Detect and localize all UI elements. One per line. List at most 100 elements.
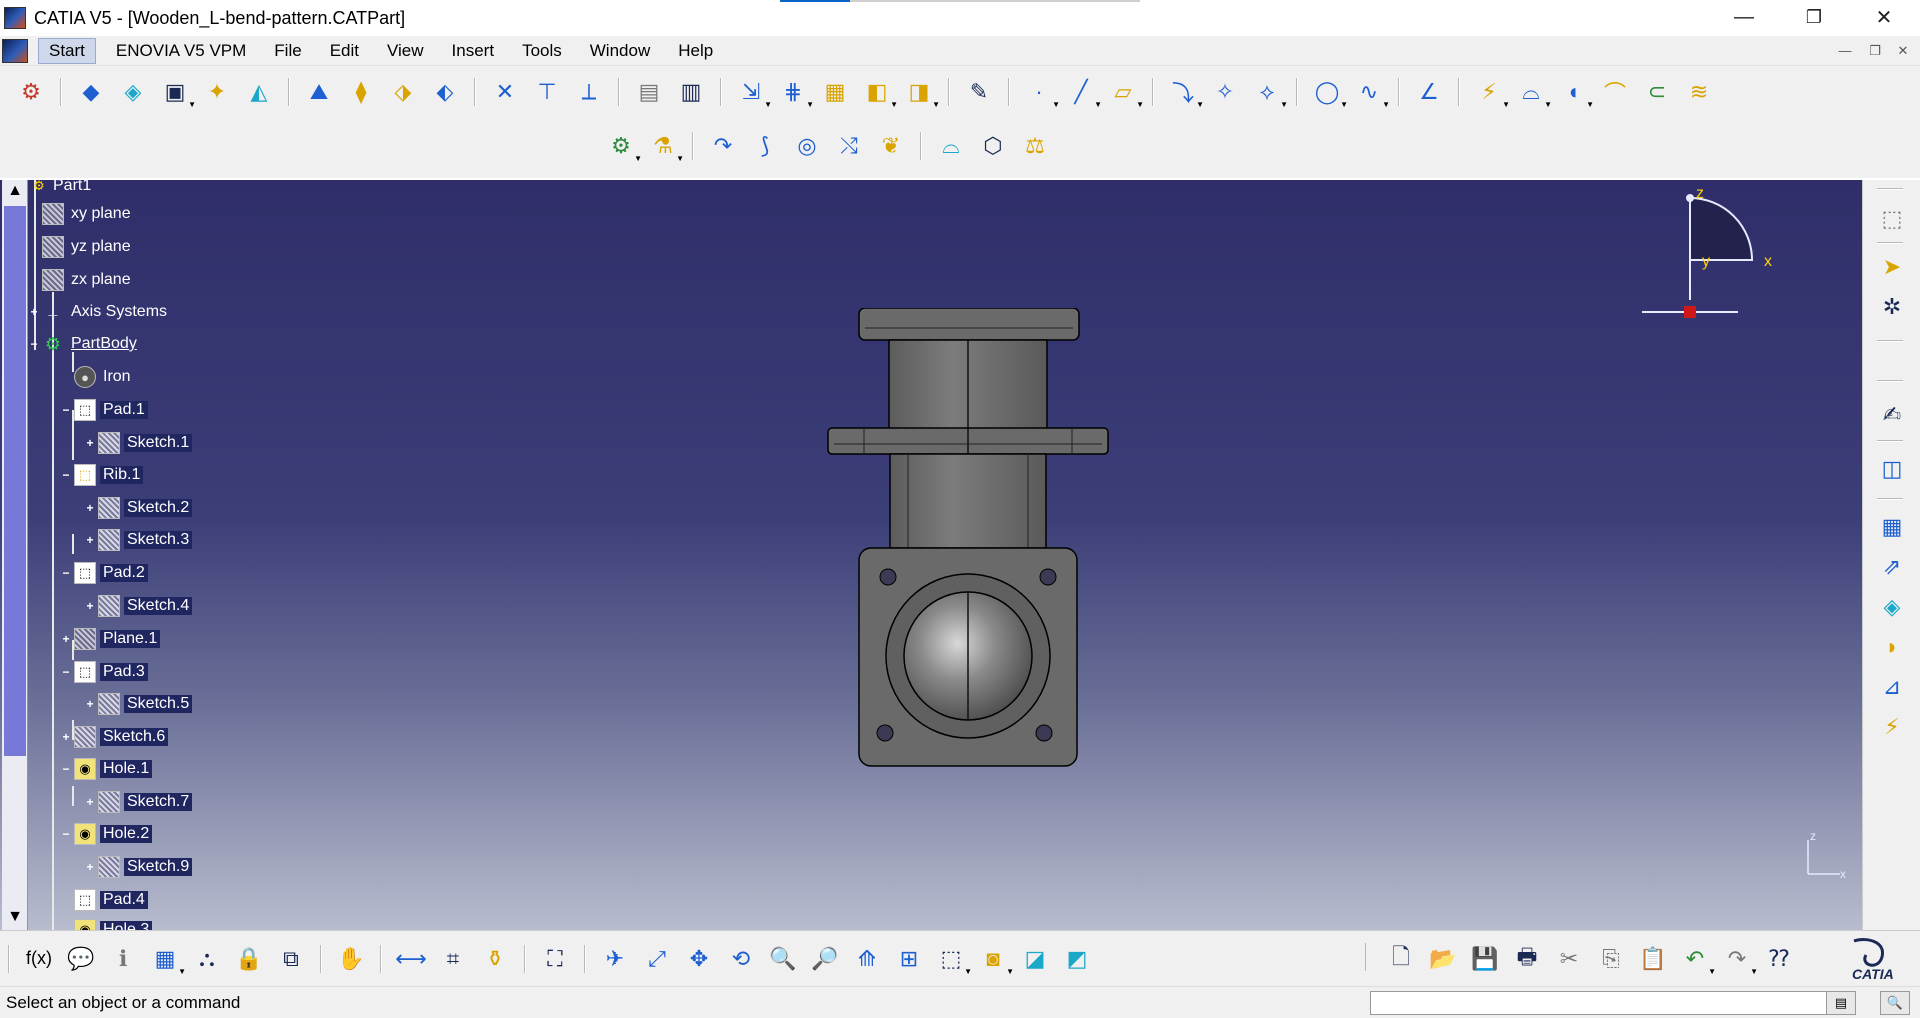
search-icon[interactable]: 🔍 [1880, 991, 1910, 1015]
surface-extrude-icon[interactable]: ◆ [74, 75, 108, 109]
tree-node-sketch-5[interactable]: + Sketch.5 [86, 692, 193, 716]
tree-scrollbar[interactable]: ▲ ▼ [2, 180, 28, 930]
insert-geometric-set-icon[interactable]: ⇗ [1875, 550, 1909, 584]
offset-icon[interactable]: ⬗ [386, 75, 420, 109]
corner-icon[interactable]: ∠ [1412, 75, 1446, 109]
measure-inertia-icon[interactable]: ⚱ [478, 942, 512, 976]
apply-material-icon[interactable]: ◗ [1875, 630, 1909, 664]
multi-view-icon[interactable]: ⊞ [892, 942, 926, 976]
split-icon[interactable]: ⊤ [530, 75, 564, 109]
pattern-icon[interactable]: ⋕ ▼ [776, 75, 814, 109]
tree-node-pad-3[interactable]: − ⬚ Pad.3 [62, 660, 148, 684]
measure-tools-icon[interactable]: ✎ [962, 75, 996, 109]
collapse-minus-icon[interactable]: − [28, 338, 40, 350]
analysis-icon[interactable]: ⚖ [1018, 129, 1052, 163]
multisection-surface-icon[interactable]: ⛰ [302, 75, 336, 109]
sphere-icon[interactable]: ▣ ▼ [158, 75, 196, 109]
select-arrow-icon[interactable]: ➤ [1875, 250, 1909, 284]
intersection-icon[interactable]: ✧ [1208, 75, 1242, 109]
expand-plus-icon[interactable]: + [60, 731, 72, 743]
expand-plus-icon[interactable]: + [84, 600, 96, 612]
expand-plus-icon[interactable]: + [84, 437, 96, 449]
expand-plus-icon[interactable]: + [84, 861, 96, 873]
comment-icon[interactable]: 💬 [64, 942, 98, 976]
expand-plus-icon[interactable]: + [84, 698, 96, 710]
3d-annotations-icon[interactable]: ⊿ [1875, 670, 1909, 704]
start-logo-icon[interactable] [2, 38, 28, 63]
fillet-surface-icon[interactable]: ⌓ ▼ [1514, 75, 1552, 109]
doc-minimize-button[interactable]: — [1834, 42, 1856, 60]
swap-visible-space-icon[interactable]: ◩ [1060, 942, 1094, 976]
undo-icon[interactable]: ↶ ▼ [1678, 942, 1716, 976]
zoom-out-icon[interactable]: 🔎 [808, 942, 842, 976]
menu-edit[interactable]: Edit [316, 41, 373, 61]
sketcher-icon[interactable]: ✍ [1875, 398, 1909, 432]
scroll-down-arrow-icon[interactable]: ▼ [6, 908, 24, 926]
3d-model-l-bend[interactable] [820, 308, 1110, 808]
tree-node-part1[interactable]: ⚙ Part1 [32, 180, 94, 198]
tree-node-partbody[interactable]: − ⚙ PartBody [30, 332, 140, 356]
translate-icon[interactable]: ⇲ ▼ [734, 75, 772, 109]
tree-node-axis-systems[interactable]: + ⊥ Axis Systems [30, 300, 170, 324]
cut-icon[interactable]: ✂ [1552, 942, 1586, 976]
3d-viewport[interactable]: ▲ ▼ ⚙ Part1 xy plane yz plane zx plane +… [0, 180, 1862, 930]
open-file-icon[interactable]: 📂 [1426, 942, 1460, 976]
hide-show-icon[interactable]: ◪ [1018, 942, 1052, 976]
menu-enovia[interactable]: ENOVIA V5 VPM [102, 41, 260, 61]
document-template-icon[interactable]: ◨ ▼ [902, 75, 940, 109]
formula-icon[interactable]: f(x) [22, 942, 56, 976]
parameters-icon[interactable]: ⧉ [274, 942, 308, 976]
fly-icon[interactable]: ✈ [598, 942, 632, 976]
insert-ordered-set-icon[interactable]: ◈ [1875, 590, 1909, 624]
command-input[interactable] [1370, 991, 1840, 1015]
close-button[interactable]: ✕ [1856, 0, 1912, 34]
power-input-button[interactable]: ▤ [1826, 991, 1856, 1015]
tree-node-xy-plane[interactable]: xy plane [42, 202, 134, 226]
collapse-minus-icon[interactable]: − [60, 469, 72, 481]
collapse-minus-icon[interactable]: − [60, 567, 72, 579]
menu-start[interactable]: Start [38, 37, 96, 64]
snap-icon[interactable]: ✲ [1875, 290, 1909, 324]
polyline-icon[interactable]: ⤭ [832, 129, 866, 163]
menu-file[interactable]: File [260, 41, 315, 61]
fit-all-icon[interactable]: ⤢ [640, 942, 674, 976]
plane-icon[interactable]: ▱ ▼ [1106, 75, 1144, 109]
surface-operations-icon[interactable]: ⚡ ▼ [1472, 75, 1510, 109]
print-icon[interactable]: 🖶 [1510, 942, 1544, 976]
scan-define-icon[interactable]: ✋ [334, 942, 368, 976]
expand-plus-icon[interactable]: + [84, 534, 96, 546]
boolean-operations-icon[interactable]: ◫ [1875, 452, 1909, 486]
user-feature-icon[interactable]: ◧ ▼ [860, 75, 898, 109]
view-cube-icon[interactable]: ⬚ [1875, 202, 1909, 236]
expand-plus-icon[interactable]: + [60, 633, 72, 645]
doc-restore-button[interactable]: ❐ [1864, 42, 1886, 60]
blend-icon[interactable]: ⧫ [344, 75, 378, 109]
tree-node-sketch-1[interactable]: + Sketch.1 [86, 431, 193, 455]
connect-curve-icon[interactable]: ↷ [706, 129, 740, 163]
copy-icon[interactable]: ⎘ [1594, 942, 1628, 976]
spiral-icon[interactable]: ◎ [790, 129, 824, 163]
tree-node-pad-2[interactable]: − ⬚ Pad.2 [62, 561, 148, 585]
expand-plus-icon[interactable]: + [84, 796, 96, 808]
save-icon[interactable]: 💾 [1468, 942, 1502, 976]
analysis-tools-icon[interactable]: ⚡ [1875, 710, 1909, 744]
circle-icon[interactable]: ◯ ▼ [1310, 75, 1348, 109]
quick-view-icon[interactable]: ⬚ ▼ [934, 942, 972, 976]
point-icon[interactable]: · ▼ [1022, 75, 1060, 109]
catalog-icon[interactable]: ▥ [674, 75, 708, 109]
tree-node-sketch-3[interactable]: + Sketch.3 [86, 528, 193, 552]
tree-node-sketch-9[interactable]: + Sketch.9 [86, 855, 193, 879]
part-design-workbench-icon[interactable]: ⚙ [14, 75, 48, 109]
collapse-minus-icon[interactable]: − [60, 763, 72, 775]
knowledge-rule-icon[interactable]: ⚙ ▼ [604, 129, 642, 163]
tree-node-hole-1[interactable]: − ◉ Hole.1 [62, 757, 153, 781]
tree-node-sketch-2[interactable]: + Sketch.2 [86, 496, 193, 520]
minimize-button[interactable]: — [1716, 0, 1772, 34]
scroll-up-arrow-icon[interactable]: ▲ [6, 182, 24, 200]
surface-revolve-icon[interactable]: ◈ [116, 75, 150, 109]
tree-node-zx-plane[interactable]: zx plane [42, 268, 134, 292]
compass-z-handle[interactable] [1686, 194, 1694, 202]
tree-node-pad-1[interactable]: − ⬚ Pad.1 [62, 398, 148, 422]
tree-node-pad-4[interactable]: ⬚ Pad.4 [74, 888, 148, 912]
fill-icon[interactable]: ◭ [242, 75, 276, 109]
